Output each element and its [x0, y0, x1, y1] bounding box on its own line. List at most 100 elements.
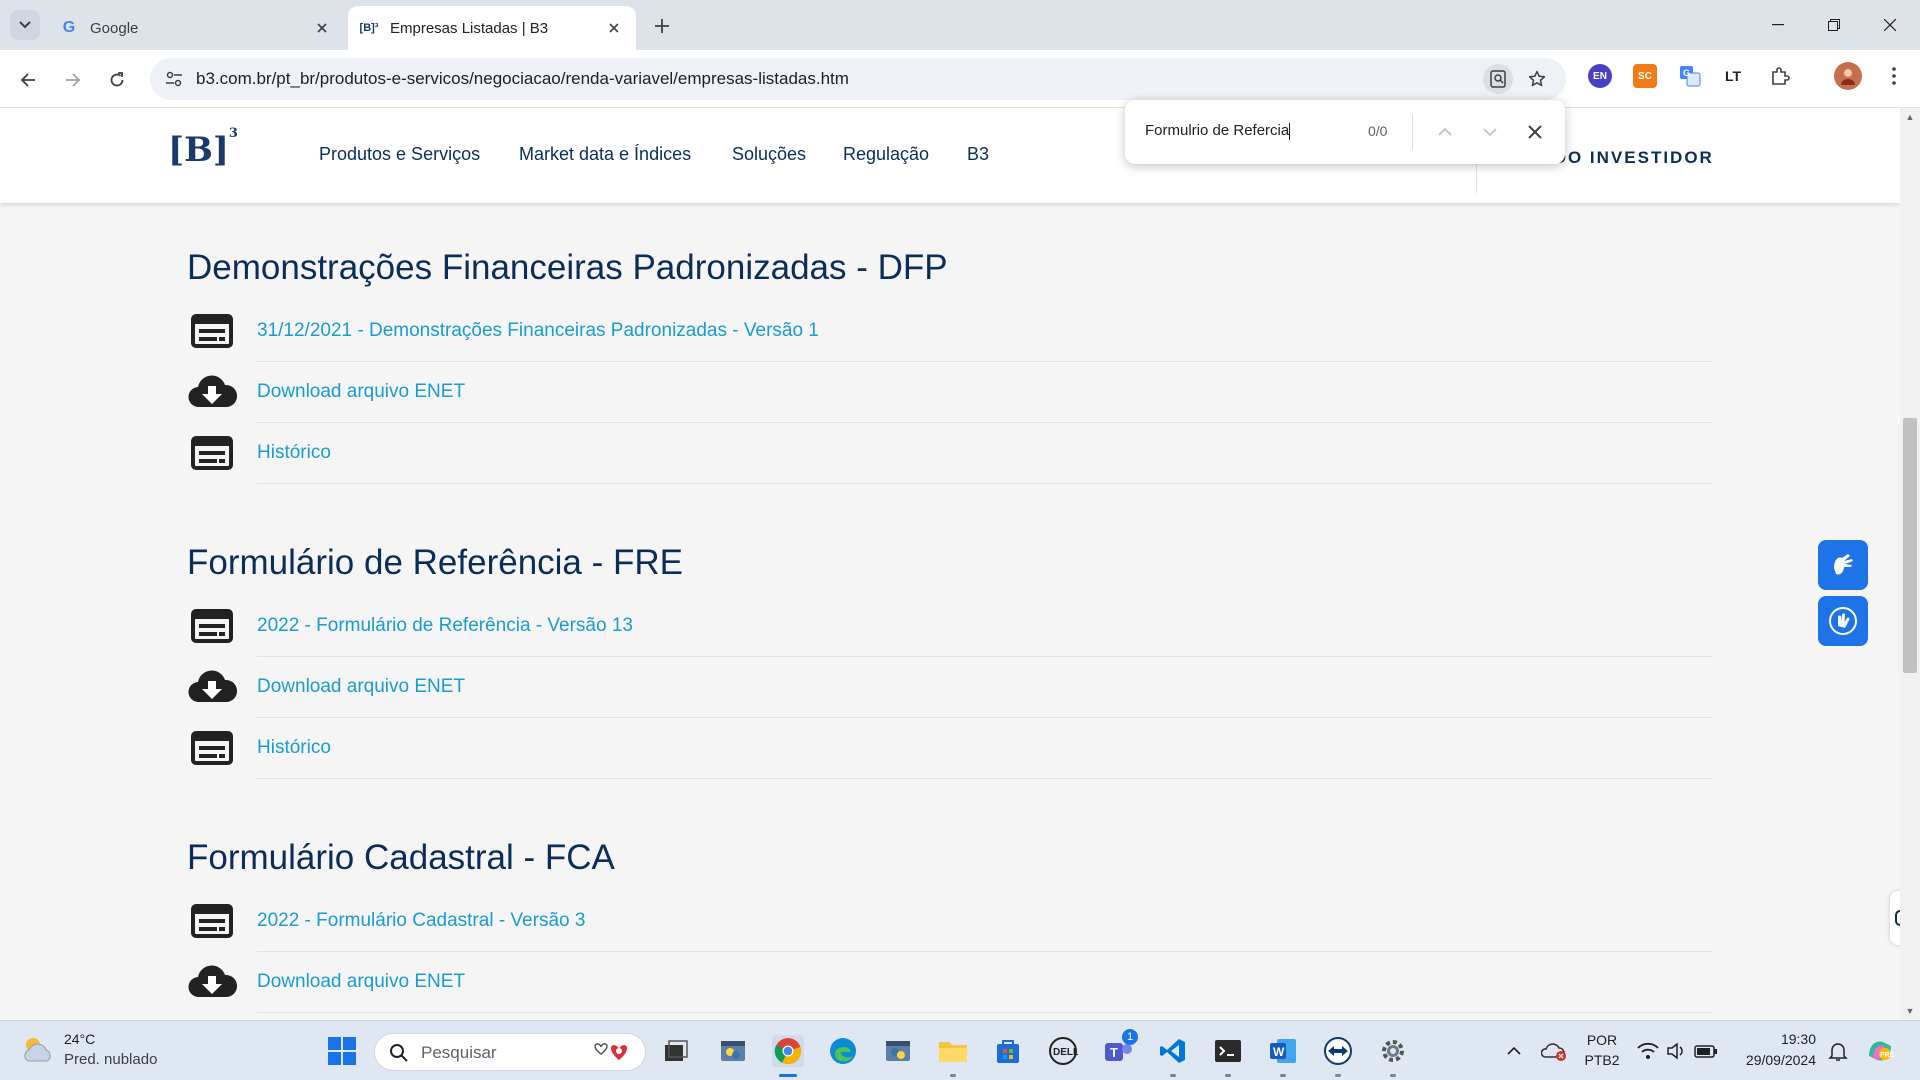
find-bar: Formulrio de Refercia 0/0: [1125, 100, 1565, 164]
new-tab-button[interactable]: [648, 12, 676, 40]
cloud-download-icon: [187, 372, 237, 412]
nav-regulacao[interactable]: Regulação: [843, 144, 929, 165]
notification-bell-icon[interactable]: [1822, 1035, 1854, 1067]
copilot-icon[interactable]: PRE: [1864, 1035, 1896, 1067]
reload-button[interactable]: [101, 64, 133, 96]
nav-solucoes[interactable]: Soluções: [732, 144, 806, 165]
dfp-version-link[interactable]: 31/12/2021 - Demonstrações Financeiras P…: [257, 320, 819, 342]
close-icon[interactable]: [312, 18, 332, 38]
nav-market-data-indices[interactable]: Market data e Índices: [519, 144, 691, 165]
nav-produtos-servicos[interactable]: Produtos e Serviços: [319, 144, 480, 165]
find-in-page-icon[interactable]: [1483, 64, 1513, 94]
find-previous-button[interactable]: [1430, 117, 1460, 147]
svg-text:T: T: [1110, 1045, 1118, 1060]
tab-search-button[interactable]: [10, 10, 40, 40]
chrome-menu-icon[interactable]: [1882, 64, 1906, 88]
restore-button[interactable]: [1806, 0, 1862, 50]
extension-sc-icon[interactable]: SC: [1633, 64, 1657, 88]
chrome-active-indicator: [779, 1074, 797, 1077]
svg-text:G: G: [1683, 68, 1690, 78]
languagetool-icon[interactable]: LT: [1723, 64, 1747, 88]
tab-empresas-listadas[interactable]: [B]³ Empresas Listadas | B3: [348, 6, 636, 50]
teams-icon[interactable]: T 1: [1102, 1029, 1138, 1067]
nav-b3[interactable]: B3: [967, 144, 989, 165]
list-item: Download arquivo ENET: [187, 952, 1712, 1013]
find-input[interactable]: Formulrio de Refercia: [1145, 122, 1291, 140]
keyboard-layout-indicator[interactable]: PTB2: [1580, 1052, 1624, 1068]
onedrive-icon[interactable]: [1538, 1035, 1570, 1067]
windows-start-icon[interactable]: [326, 1035, 358, 1067]
fca-version-link[interactable]: 2022 - Formulário Cadastral - Versão 3: [257, 910, 585, 932]
find-next-button[interactable]: [1475, 117, 1505, 147]
minimize-icon: [1772, 24, 1784, 26]
running-indicator: [950, 1074, 956, 1077]
address-bar[interactable]: b3.com.br/pt_br/produtos-e-servicos/nego…: [150, 58, 1566, 100]
site-settings-icon[interactable]: [164, 69, 184, 89]
tab-google[interactable]: G Google: [48, 6, 344, 50]
language-indicator[interactable]: POR: [1584, 1032, 1620, 1048]
list-item: 2022 - Formulário de Referência - Versão…: [187, 596, 1712, 657]
page-scrollbar[interactable]: ▲ ▼: [1900, 108, 1920, 1020]
extension-en-icon[interactable]: EN: [1588, 64, 1612, 88]
scroll-down-icon[interactable]: ▼: [1904, 1006, 1916, 1016]
clock-date[interactable]: 29/09/2024: [1730, 1052, 1816, 1068]
file-explorer-icon[interactable]: [937, 1035, 969, 1067]
taskbar-search-box[interactable]: Pesquisar: [374, 1033, 646, 1071]
word-icon[interactable]: W: [1267, 1035, 1299, 1067]
chevron-down-icon: [19, 21, 31, 29]
chrome-icon[interactable]: [772, 1035, 804, 1067]
dell-icon[interactable]: DELL: [1047, 1035, 1079, 1067]
edge-icon[interactable]: [827, 1035, 859, 1067]
side-panel-tab[interactable]: [1890, 891, 1900, 945]
back-button[interactable]: [12, 64, 44, 96]
text-caret: [1289, 122, 1291, 140]
svg-text:LT: LT: [1725, 68, 1742, 84]
b3-favicon-icon: [B]³: [359, 22, 379, 34]
find-close-button[interactable]: [1520, 117, 1550, 147]
running-indicator: [1390, 1074, 1396, 1077]
scroll-up-icon[interactable]: ▲: [1904, 112, 1916, 122]
hand-talk-button[interactable]: [1818, 596, 1868, 646]
close-window-button[interactable]: [1862, 0, 1918, 50]
python-file-icon[interactable]: [882, 1035, 914, 1067]
vscode-icon[interactable]: [1157, 1035, 1189, 1067]
terminal-icon[interactable]: [1212, 1035, 1244, 1067]
weather-description[interactable]: Pred. nublado: [64, 1051, 157, 1068]
search-icon: [390, 1044, 408, 1062]
clock-time[interactable]: 19:30: [1730, 1031, 1816, 1047]
url-text[interactable]: b3.com.br/pt_br/produtos-e-servicos/nego…: [196, 69, 849, 89]
google-translate-icon[interactable]: G: [1678, 64, 1702, 88]
row-divider: [257, 1012, 1712, 1013]
weather-temperature[interactable]: 24°C: [64, 1031, 95, 1047]
chevron-up-icon[interactable]: [1498, 1035, 1530, 1067]
forward-button[interactable]: [57, 64, 89, 96]
row-divider: [257, 483, 1712, 484]
fre-download-enet-link[interactable]: Download arquivo ENET: [257, 676, 465, 698]
battery-icon[interactable]: [1690, 1035, 1722, 1067]
volume-icon[interactable]: [1660, 1035, 1692, 1067]
dfp-historico-link[interactable]: Histórico: [257, 442, 331, 464]
teamviewer-icon[interactable]: [1322, 1035, 1354, 1067]
vlibras-button[interactable]: [1818, 540, 1868, 590]
extensions-puzzle-icon[interactable]: [1768, 64, 1792, 88]
find-divider: [1412, 114, 1413, 150]
close-icon[interactable]: [604, 18, 624, 38]
section-title-dfp: Demonstrações Financeiras Padronizadas -…: [187, 248, 948, 287]
fca-download-enet-link[interactable]: Download arquivo ENET: [257, 971, 465, 993]
profile-avatar[interactable]: [1834, 62, 1862, 90]
settings-gear-icon[interactable]: [1377, 1035, 1409, 1067]
fre-historico-link[interactable]: Histórico: [257, 737, 331, 759]
scroll-thumb[interactable]: [1903, 418, 1917, 673]
b3-logo[interactable]: [B]3: [168, 126, 238, 170]
svg-text:PRE: PRE: [1880, 1052, 1895, 1059]
arrow-left-icon: [20, 73, 35, 87]
microsoft-store-icon[interactable]: [992, 1035, 1024, 1067]
cloud-download-icon: [187, 962, 237, 1002]
dfp-download-enet-link[interactable]: Download arquivo ENET: [257, 381, 465, 403]
weather-cloud-sun-icon[interactable]: [20, 1033, 54, 1072]
bookmark-star-icon[interactable]: [1522, 64, 1552, 94]
python-idle-icon[interactable]: [717, 1035, 749, 1067]
fre-version-link[interactable]: 2022 - Formulário de Referência - Versão…: [257, 615, 633, 637]
minimize-button[interactable]: [1750, 0, 1806, 50]
task-view-icon[interactable]: [660, 1035, 692, 1067]
